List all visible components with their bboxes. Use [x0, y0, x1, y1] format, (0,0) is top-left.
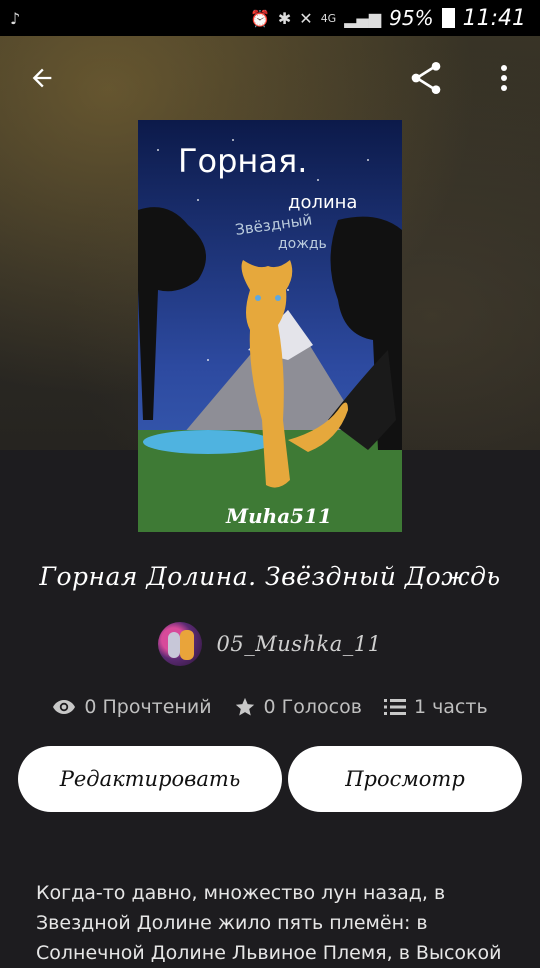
signal-icon: ▂▄▆ [344, 8, 382, 28]
votes-stat: 0 Голосов [234, 696, 362, 718]
music-note-icon: ♪ [10, 8, 21, 28]
reads-count: 0 Прочтений [84, 696, 212, 718]
edit-button[interactable]: Редактировать [18, 746, 282, 812]
cover-subtitle2: дождь [278, 236, 327, 252]
cover-signature: Muha511 [225, 504, 332, 528]
eye-icon [53, 700, 76, 714]
list-icon [383, 699, 406, 715]
bluetooth-icon: ✱ [277, 8, 292, 28]
reads-stat: 0 Прочтений [52, 696, 212, 718]
cover-title-line1: Горная. [178, 142, 307, 180]
star-icon [235, 697, 254, 716]
arrow-left-icon [32, 68, 52, 88]
status-right: ⏰ ✱ ✕ 4G ▂▄▆ 95% 11:41 [250, 6, 526, 31]
parts-count: 1 часть [413, 696, 488, 718]
author-name[interactable]: 05_Mushka_11 [216, 632, 381, 656]
mute-icon: ✕ [299, 8, 313, 28]
author-avatar[interactable] [158, 622, 203, 666]
story-description: Когда-то давно, множество лун назад, в З… [36, 882, 502, 964]
back-button[interactable] [18, 54, 66, 102]
alarm-icon: ⏰ [249, 8, 270, 28]
network-type: 4G [320, 11, 337, 25]
share-button[interactable] [402, 54, 450, 102]
status-bar: ♪ ⏰ ✱ ✕ 4G ▂▄▆ 95% 11:41 [0, 0, 540, 36]
top-app-bar [0, 50, 540, 106]
battery-percent: 95% [389, 6, 434, 30]
more-vert-icon [501, 65, 507, 91]
story-cover[interactable]: Горная. долина Звёздный дождь Muha511 [138, 120, 402, 532]
parts-stat: 1 часть [383, 696, 488, 718]
cover-illustration: Горная. долина Звёздный дождь Muha511 [138, 120, 402, 532]
story-title: Горная Долина. Звёздный Дождь [39, 562, 501, 591]
cover-title-line2: долина [288, 192, 357, 213]
story-stats: 0 Прочтений 0 Голосов 1 часть [0, 696, 540, 718]
battery-icon [441, 8, 455, 28]
author-row[interactable]: 05_Mushka_11 [0, 622, 540, 666]
more-options-button[interactable] [480, 54, 528, 102]
preview-button[interactable]: Просмотр [288, 746, 522, 812]
clock: 11:41 [462, 5, 526, 31]
votes-count: 0 Голосов [263, 696, 362, 718]
share-icon [411, 62, 441, 94]
